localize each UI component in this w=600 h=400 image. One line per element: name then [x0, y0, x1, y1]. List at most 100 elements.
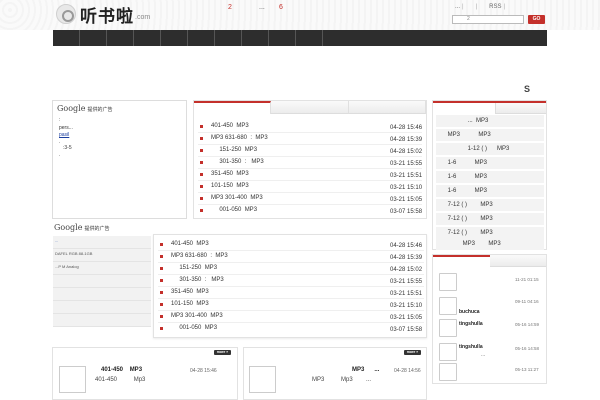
list-item[interactable]: 351-450 MP3: [200, 169, 249, 179]
rank-item[interactable]: 1-6 MP3: [436, 171, 544, 183]
list-item[interactable]: 301-350 : MP3: [200, 157, 264, 167]
list-item[interactable]: 351-450 MP3: [160, 287, 209, 297]
rank-item[interactable]: 7-12 ( ) MP3: [436, 227, 544, 239]
list-item[interactable]: 101-150 MP3: [200, 181, 249, 191]
list-item-title[interactable]: 301-350 : MP3: [211, 159, 263, 165]
list-item-date: 03-07 15:58: [390, 209, 423, 215]
list-item-title[interactable]: MP3 631-680 : MP3: [171, 253, 228, 259]
avatar[interactable]: [439, 319, 457, 337]
ad-bar[interactable]: [53, 301, 151, 314]
search-button[interactable]: GO: [528, 15, 545, 24]
list-item[interactable]: 001-050 MP3: [200, 205, 257, 215]
feed-tabs: [433, 255, 546, 267]
feed-time: 05-16 14:59: [515, 322, 540, 327]
more-button[interactable]: more »: [214, 350, 231, 355]
nav-item[interactable]: [80, 30, 107, 46]
list-item-title[interactable]: 401-450 MP3: [171, 241, 209, 247]
nav-item[interactable]: [242, 30, 269, 46]
tab-feed-2[interactable]: [489, 255, 546, 267]
nav-item[interactable]: [53, 30, 80, 46]
ad-bar[interactable]: ...: [53, 236, 151, 249]
search-input[interactable]: 2: [452, 15, 524, 24]
album-title[interactable]: MP3 ...: [352, 367, 379, 373]
tab-rank-1[interactable]: [433, 103, 496, 114]
album-cover[interactable]: [59, 366, 86, 393]
album-card: more » MP3 ... 04-28 14:56 MP3 Mp3 ...: [243, 347, 427, 400]
ad-link[interactable]: pasil: [59, 132, 69, 138]
feed-user-name[interactable]: tingshulla: [459, 344, 483, 350]
tab-2[interactable]: [271, 101, 349, 114]
list-item[interactable]: 301-350 : MP3: [160, 275, 224, 285]
list-item[interactable]: 401-450 MP3: [200, 121, 249, 131]
feed-time: 05-13 11:27: [515, 367, 539, 372]
nav-item[interactable]: [134, 30, 161, 46]
top-link-1[interactable]: ...: [455, 4, 460, 10]
list-item[interactable]: 401-450 MP3: [160, 239, 209, 249]
list-item-title[interactable]: 351-450 MP3: [171, 289, 209, 295]
list-item-title[interactable]: 151-250 MP3: [171, 265, 217, 271]
list-item-title[interactable]: MP3 301-400 MP3: [171, 313, 223, 319]
list-item[interactable]: MP3 301-400 MP3: [200, 193, 263, 203]
site-logo[interactable]: 听书啦 .com: [56, 3, 150, 26]
list-item[interactable]: MP3 301-400 MP3: [160, 311, 223, 321]
ad-bar[interactable]: [53, 275, 151, 288]
avatar[interactable]: [439, 297, 457, 315]
bullet-icon: [200, 196, 203, 200]
nav-item[interactable]: [188, 30, 215, 46]
nav-item[interactable]: [107, 30, 134, 46]
list-item-title[interactable]: 101-150 MP3: [171, 301, 209, 307]
page: 听书啦 .com 2 ... 6 ... | | RSS | 2 GO S Go…: [0, 0, 600, 400]
tab-rank-2[interactable]: [495, 103, 546, 114]
rank-item[interactable]: 1-12 ( ) MP3: [436, 143, 544, 155]
list-item-title[interactable]: MP3 631-680 : MP3: [211, 135, 268, 141]
album-title[interactable]: 401-450 MP3: [101, 367, 142, 373]
list-item-title[interactable]: 101-150 MP3: [211, 183, 249, 189]
nav-item[interactable]: [296, 30, 323, 46]
list-item-title[interactable]: 001-050 MP3: [211, 207, 257, 213]
feed-user-name[interactable]: tingshulla: [459, 321, 483, 327]
avatar[interactable]: [439, 273, 457, 291]
list-item[interactable]: MP3 631-680 : MP3: [200, 133, 268, 143]
rank-item[interactable]: ... MP3: [436, 115, 544, 127]
album-cover[interactable]: [249, 366, 276, 393]
ad-bar[interactable]: [53, 288, 151, 301]
rank-item[interactable]: 7-12 ( ) MP3: [436, 199, 544, 211]
tab-feed-1[interactable]: [433, 255, 490, 267]
avatar[interactable]: [439, 343, 457, 361]
google-ad-box-2: Google 提供的广告 ... DAFEL RGB 88-1GB ...P M…: [52, 222, 152, 340]
more-button[interactable]: more »: [404, 350, 421, 355]
list-item[interactable]: 151-250 MP3: [200, 145, 257, 155]
nav-item[interactable]: [269, 30, 296, 46]
avatar[interactable]: [439, 363, 457, 381]
rank-item[interactable]: 7-12 ( ) MP3: [436, 213, 544, 225]
top-link-sep: |: [462, 4, 464, 10]
list-item-title[interactable]: 401-450 MP3: [211, 123, 249, 129]
list-item-title[interactable]: 301-350 : MP3: [171, 277, 223, 283]
rank-item[interactable]: 1-6 MP3: [436, 157, 544, 169]
list-item[interactable]: 151-250 MP3: [160, 263, 217, 273]
bullet-icon: [200, 136, 203, 140]
list-item[interactable]: MP3 631-680 : MP3: [160, 251, 228, 261]
list-item-title[interactable]: 351-450 MP3: [211, 171, 249, 177]
list-item-title[interactable]: 001-050 MP3: [171, 325, 217, 331]
ad-bar[interactable]: [53, 314, 151, 327]
ad-bar[interactable]: ...P M Analog: [53, 262, 151, 275]
rank-item[interactable]: MP3 MP3: [436, 129, 544, 141]
list-item[interactable]: 101-150 MP3: [160, 299, 209, 309]
rss-link[interactable]: RSS: [489, 4, 501, 10]
rank-item[interactable]: 1-6 MP3: [436, 185, 544, 197]
feed-user-name[interactable]: buchuca: [459, 309, 480, 315]
header-ellipsis: ...: [259, 4, 265, 11]
bullet-icon: [160, 302, 163, 306]
list-item[interactable]: 001-050 MP3: [160, 323, 217, 333]
bullet-icon: [160, 266, 163, 270]
ad-bar[interactable]: DAFEL RGB 88-1GB: [53, 249, 151, 262]
tab-3[interactable]: [348, 101, 426, 114]
nav-item[interactable]: [161, 30, 188, 46]
tab-latest[interactable]: [194, 101, 272, 114]
list-item-title[interactable]: MP3 301-400 MP3: [211, 195, 263, 201]
rank-item[interactable]: MP3 MP3: [436, 239, 544, 250]
ad-header: Google 提供的广告: [54, 223, 109, 232]
list-item-title[interactable]: 151-250 MP3: [211, 147, 257, 153]
nav-item[interactable]: [215, 30, 242, 46]
